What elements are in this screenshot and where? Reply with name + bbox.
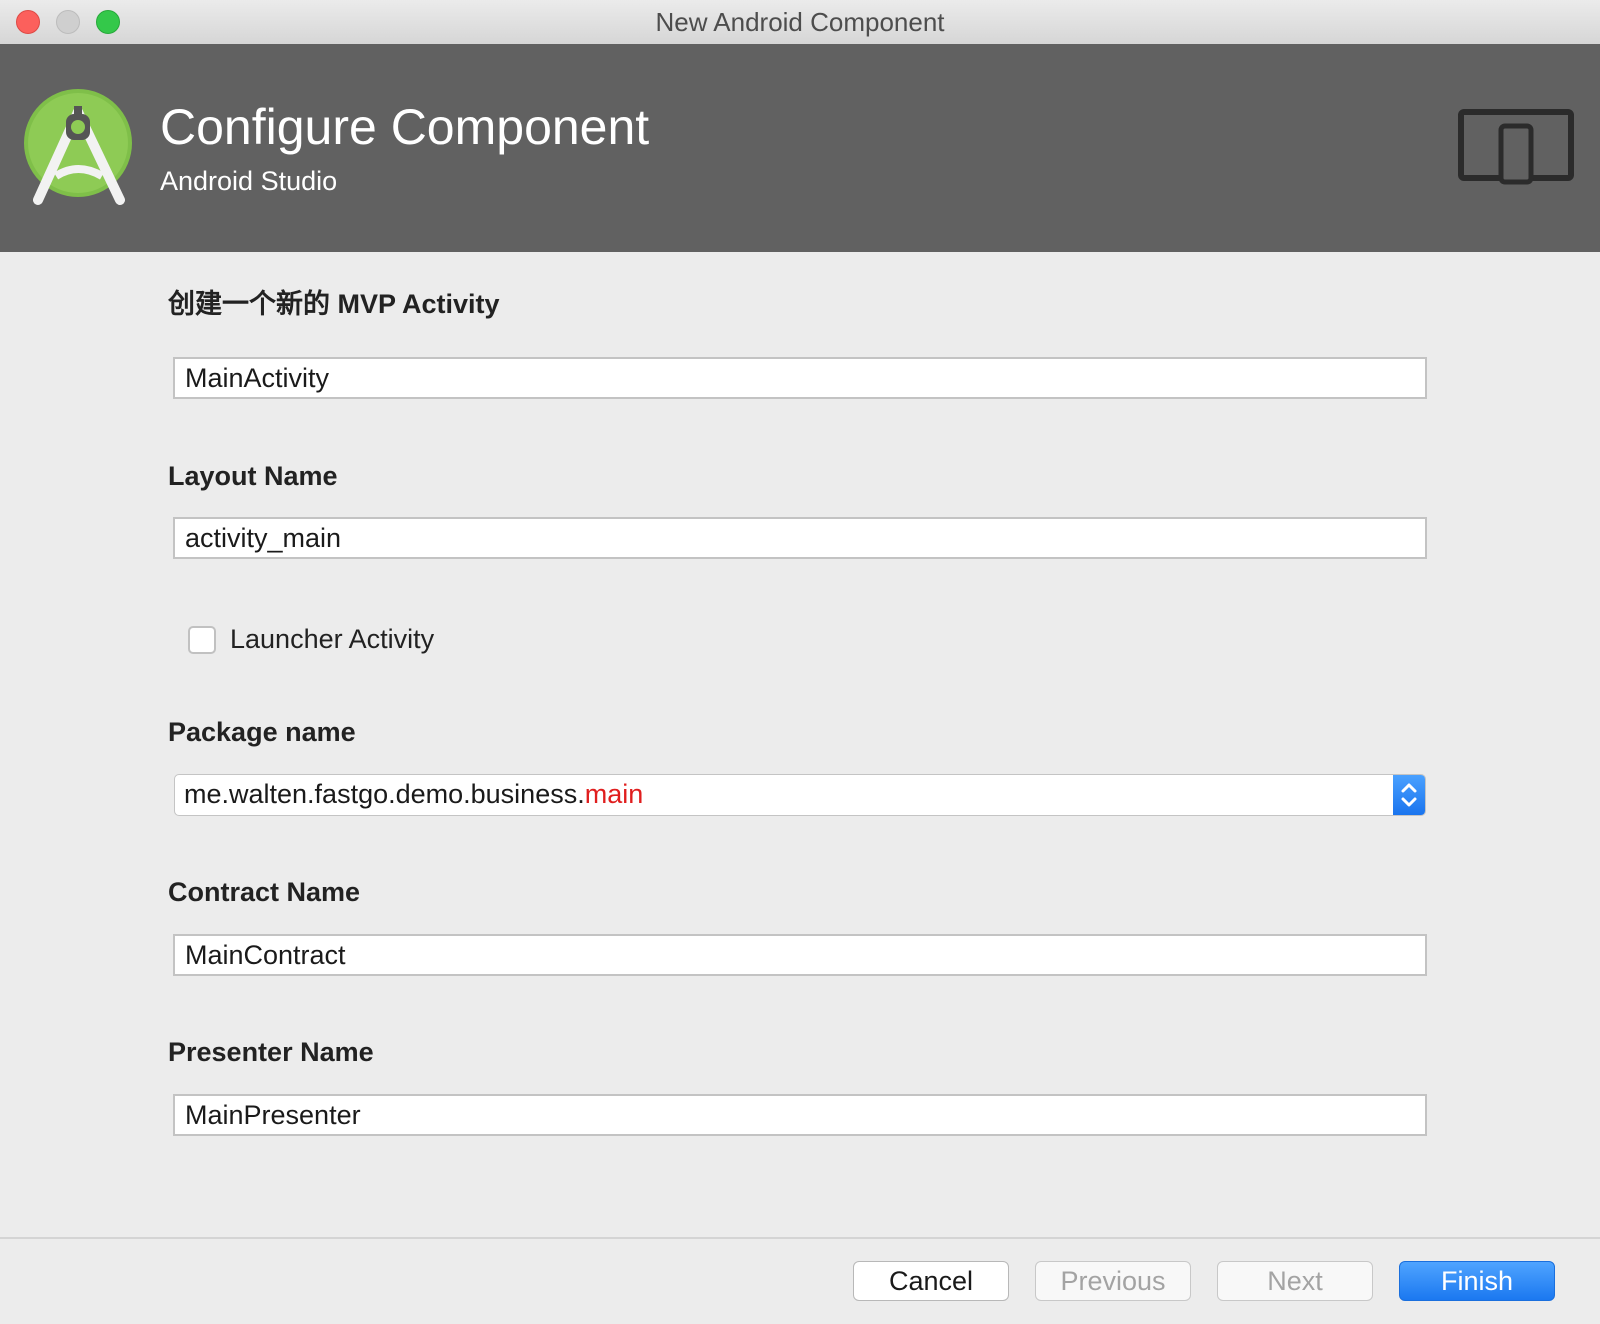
finish-button[interactable]: Finish [1399,1261,1555,1301]
activity-name-label: 创建一个新的 MVP Activity [168,289,500,319]
layout-name-label: Layout Name [168,461,338,491]
select-arrows-button[interactable] [1393,775,1425,815]
package-name-prefix: me.walten.fastgo.demo.business. [184,779,585,809]
new-android-component-window: New Android Component Configure Componen… [0,0,1600,1324]
contract-name-label: Contract Name [168,877,361,907]
next-button[interactable]: Next [1217,1261,1373,1301]
launcher-activity-checkbox[interactable] [188,626,216,654]
presenter-name-input[interactable] [173,1094,1427,1136]
contract-name-input[interactable] [173,934,1427,976]
package-name-value: me.walten.fastgo.demo.business.main [184,779,643,810]
cancel-button[interactable]: Cancel [853,1261,1009,1301]
previous-button[interactable]: Previous [1035,1261,1191,1301]
chevron-up-down-icon [1401,783,1417,807]
layout-name-input[interactable] [173,517,1427,559]
title-bar: New Android Component [0,0,1600,45]
page-title: Configure Component [160,99,650,155]
package-name-module: main [584,779,644,809]
package-name-label: Package name [168,717,356,747]
header-banner: Configure Component Android Studio [0,44,1600,252]
page-subtitle: Android Studio [160,166,338,196]
footer-divider [0,1237,1600,1239]
android-studio-logo-icon [24,89,132,205]
package-name-select[interactable]: me.walten.fastgo.demo.business.main [174,774,1426,816]
launcher-activity-label[interactable]: Launcher Activity [230,624,434,655]
activity-name-input[interactable] [173,357,1427,399]
tablet-phone-device-icon [1458,109,1574,185]
window-title: New Android Component [655,7,945,37]
presenter-name-label: Presenter Name [168,1037,374,1067]
